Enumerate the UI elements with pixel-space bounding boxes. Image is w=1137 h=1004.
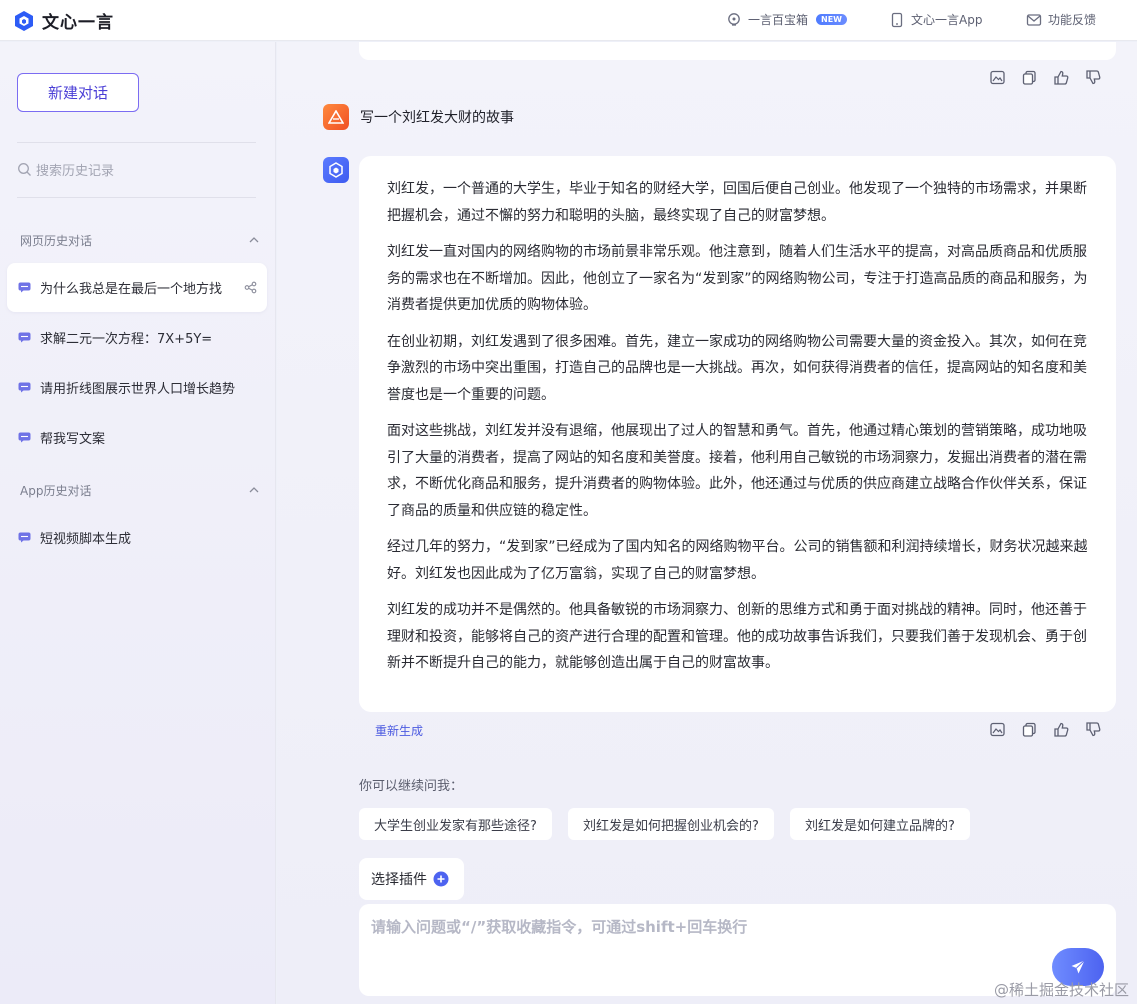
plus-circle-icon: [433, 871, 449, 887]
user-message-row: 写一个刘红发大财的故事: [323, 104, 514, 130]
answer-paragraph: 在创业初期，刘红发遇到了很多困难。首先，建立一家成功的网络购物公司需要大量的资金…: [387, 333, 1087, 403]
sidebar-item-history[interactable]: 请用折线图展示世界人口增长趋势: [7, 363, 267, 412]
send-icon: [1071, 960, 1085, 974]
bot-avatar: [323, 157, 349, 183]
feedback-link[interactable]: 功能反馈: [1026, 11, 1096, 28]
thumbs-down-icon[interactable]: [1085, 721, 1102, 738]
mail-icon: [1026, 13, 1042, 26]
history-label: 帮我写文案: [40, 432, 106, 447]
message-input[interactable]: [371, 916, 1051, 946]
watermark: @稀土掘金技术社区: [993, 981, 1129, 999]
answer-card: 刘红发，一个普通的大学生，毕业于知名的财经大学，回国后便自己创业。他发现了一个独…: [359, 156, 1116, 712]
app-name: 文心一言: [42, 13, 114, 33]
web-history-title: 网页历史对话: [20, 234, 93, 248]
answer-paragraph: 经过几年的努力，“发到家”已经成为了国内知名的网络购物平台。公司的销售额和利润持…: [387, 539, 1088, 582]
copy-icon[interactable]: [1021, 69, 1038, 86]
treasure-box-link[interactable]: 一言百宝箱 NEW: [726, 11, 847, 28]
user-avatar-icon: [328, 110, 344, 124]
thumbs-up-icon[interactable]: [1053, 69, 1070, 86]
previous-answer-actions: [989, 69, 1102, 86]
search-placeholder: 搜索历史记录: [36, 164, 115, 179]
chat-bubble-icon: [18, 432, 31, 443]
thumbs-down-icon[interactable]: [1085, 69, 1102, 86]
search-icon: [18, 163, 31, 176]
thumbs-up-icon[interactable]: [1053, 721, 1070, 738]
answer-paragraph: 刘红发的成功并不是偶然的。他具备敏锐的市场洞察力、创新的思维方式和勇于面对挑战的…: [387, 602, 1087, 671]
image-icon[interactable]: [989, 721, 1006, 738]
answer-paragraph: 刘红发，一个普通的大学生，毕业于知名的财经大学，回国后便自己创业。他发现了一个独…: [387, 181, 1087, 224]
sidebar-divider: [17, 197, 256, 198]
share-icon[interactable]: [244, 281, 257, 294]
phone-icon: [891, 12, 903, 27]
image-icon[interactable]: [989, 69, 1006, 86]
suggestions-title: 你可以继续问我：: [359, 779, 464, 794]
sidebar-divider: [17, 142, 256, 143]
bot-logo-icon: [329, 162, 343, 178]
sidebar-item-history[interactable]: 短视频脚本生成: [7, 513, 267, 562]
top-header: 文心一言 一言百宝箱 NEW 文心一言App 功能反馈: [0, 0, 1137, 41]
chat-bubble-icon: [18, 282, 31, 293]
plugin-label: 选择插件: [371, 872, 427, 888]
treasure-box-label: 一言百宝箱: [748, 13, 809, 27]
history-label: 短视频脚本生成: [40, 532, 132, 547]
suggestion-chip[interactable]: 刘红发是如何建立品牌的?: [790, 808, 970, 840]
history-label: 为什么我总是在最后一个地方找: [40, 282, 223, 297]
chat-bubble-icon: [18, 382, 31, 393]
lightbulb-icon: [728, 12, 740, 26]
suggestion-chip[interactable]: 刘红发是如何把握创业机会的?: [568, 808, 774, 840]
sidebar-item-history[interactable]: 为什么我总是在最后一个地方找: [7, 263, 267, 312]
history-search[interactable]: 搜索历史记录: [17, 160, 114, 179]
history-label: 求解二元一次方程：7X+5Y=: [40, 332, 213, 347]
app-download-link[interactable]: 文心一言App: [889, 11, 982, 28]
chat-bubble-icon: [18, 332, 31, 343]
user-message: 写一个刘红发大财的故事: [360, 110, 514, 126]
chevron-up-icon[interactable]: [248, 484, 260, 496]
chat-bubble-icon: [18, 532, 31, 543]
copy-icon[interactable]: [1021, 721, 1038, 738]
feedback-label: 功能反馈: [1048, 13, 1097, 27]
new-chat-button[interactable]: 新建对话: [17, 73, 139, 112]
select-plugin-button[interactable]: 选择插件: [359, 858, 464, 900]
new-badge: NEW: [816, 14, 847, 25]
answer-paragraph: 刘红发一直对国内的网络购物的市场前景非常乐观。他注意到，随着人们生活水平的提高，…: [387, 244, 1088, 313]
answer-paragraph: 面对这些挑战，刘红发并没有退缩，他展现出了过人的智慧和勇气。首先，他通过精心策划…: [387, 423, 1087, 519]
app-download-label: 文心一言App: [911, 13, 983, 27]
regenerate-button[interactable]: 重新生成: [375, 722, 423, 739]
previous-answer-card: [359, 42, 1116, 60]
logo-icon: [15, 10, 33, 31]
chat-main: 写一个刘红发大财的故事 刘红发，一个普通的大学生，毕业于知名的财经大学，回国后便…: [277, 42, 1137, 1004]
history-label: 请用折线图展示世界人口增长趋势: [40, 382, 236, 397]
answer-actions: [989, 721, 1102, 738]
sidebar-item-history[interactable]: 帮我写文案: [7, 413, 267, 462]
chevron-up-icon[interactable]: [248, 234, 260, 246]
app-history-title: App历史对话: [20, 484, 92, 498]
user-avatar: [323, 104, 349, 130]
suggestion-chip[interactable]: 大学生创业发家有那些途径?: [359, 808, 552, 840]
sidebar: 新建对话 搜索历史记录 网页历史对话 为什么我总是在最后一个地方找 求解二元一次…: [0, 42, 276, 1004]
sidebar-item-history[interactable]: 求解二元一次方程：7X+5Y=: [7, 313, 267, 362]
app-logo[interactable]: 文心一言: [13, 8, 114, 33]
